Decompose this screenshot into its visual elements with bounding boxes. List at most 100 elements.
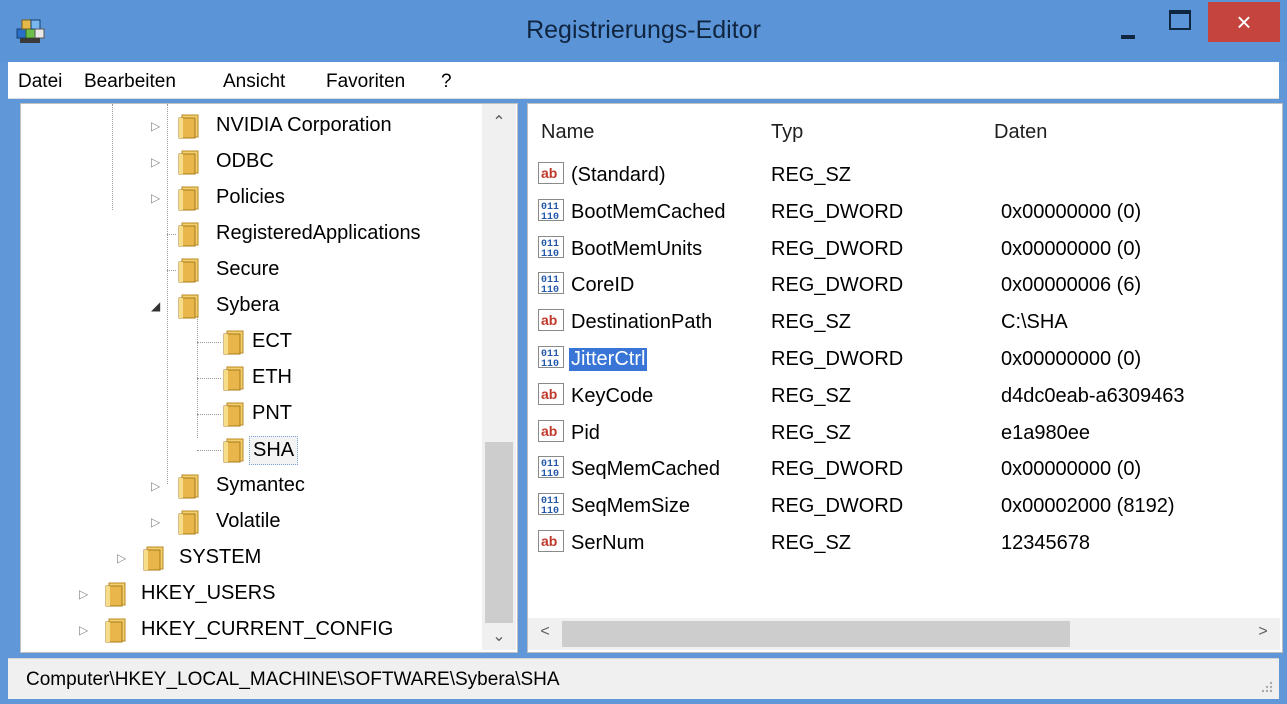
folder-icon <box>178 222 199 247</box>
menu-favoriten[interactable]: Favoriten <box>326 71 405 93</box>
expand-icon[interactable]: ▷ <box>151 156 161 168</box>
value-row[interactable]: ab KeyCode REG_SZ d4dc0eab-a6309463 <box>528 377 1280 413</box>
value-row[interactable]: 011 110 SeqMemSize REG_DWORD 0x00002000 (819… <box>528 487 1280 523</box>
column-header-name[interactable]: Name <box>541 121 594 144</box>
expand-icon[interactable]: ▷ <box>151 120 161 132</box>
value-row[interactable]: ab DestinationPath REG_SZ C:\SHA <box>528 303 1280 339</box>
value-row[interactable]: ab Pid REG_SZ e1a980ee <box>528 414 1280 450</box>
expand-icon[interactable]: ▷ <box>151 192 161 204</box>
registry-tree-pane[interactable]: ▷ NVIDIA Corporation ▷ ODBC ▷ Policies Registe… <box>20 103 518 653</box>
string-value-icon: ab <box>538 309 564 332</box>
tree-node-secure[interactable]: Secure <box>213 256 282 283</box>
scroll-right-icon[interactable]: > <box>1246 623 1280 641</box>
svg-text:110: 110 <box>541 506 559 515</box>
tree-node-symantec[interactable]: Symantec <box>213 472 308 499</box>
value-row[interactable]: 011 110 JitterCtrl REG_DWORD 0x00000000 (0) <box>528 340 1280 376</box>
maximize-button[interactable] <box>1154 8 1204 46</box>
svg-text:110: 110 <box>541 285 559 294</box>
binary-value-icon: 011110 <box>538 272 564 295</box>
value-row[interactable]: 011 110 SeqMemCached REG_DWORD 0x00000000 (0… <box>528 450 1280 486</box>
tree-node-eth[interactable]: ETH <box>249 364 295 391</box>
tree-node-registeredapplications[interactable]: RegisteredApplications <box>213 220 424 247</box>
close-button[interactable]: × <box>1208 2 1280 42</box>
folder-icon <box>223 438 244 463</box>
svg-text:ab: ab <box>541 423 557 439</box>
scroll-up-icon[interactable]: ⌃ <box>482 112 516 132</box>
value-type: REG_DWORD <box>771 348 904 370</box>
value-name: (Standard) <box>571 164 666 186</box>
binary-value-icon: 011110 <box>538 235 564 258</box>
folder-icon <box>178 186 199 211</box>
folder-icon <box>105 582 126 607</box>
tree-node-nvidia-corporation[interactable]: NVIDIA Corporation <box>213 112 395 139</box>
value-type: REG_DWORD <box>771 274 904 297</box>
column-header-data[interactable]: Daten <box>994 121 1047 144</box>
value-name: BootMemCached <box>571 200 726 223</box>
menu-bearbeiten[interactable]: Bearbeiten <box>84 71 176 93</box>
binary-value-icon: 011110 <box>538 346 564 368</box>
value-row[interactable]: ab SerNum REG_SZ 12345678 <box>528 524 1280 560</box>
resize-grip-icon[interactable] <box>1259 679 1273 693</box>
tree-node-odbc[interactable]: ODBC <box>213 148 277 175</box>
svg-text:ab: ab <box>541 312 557 328</box>
folder-icon <box>143 546 164 571</box>
value-type: REG_SZ <box>771 311 852 334</box>
scroll-down-icon[interactable]: ⌄ <box>482 626 516 646</box>
string-value-icon: ab <box>538 162 564 184</box>
value-data: 0x00000000 (0) <box>1001 200 1142 223</box>
expand-icon[interactable]: ▷ <box>79 588 89 600</box>
tree-node-ect[interactable]: ECT <box>249 328 295 355</box>
scroll-left-icon[interactable]: < <box>528 623 562 641</box>
menu-datei[interactable]: Datei <box>18 71 62 93</box>
tree-node-policies[interactable]: Policies <box>213 184 288 211</box>
value-name: BootMemUnits <box>571 237 703 260</box>
horizontal-scrollbar[interactable]: < > <box>528 618 1280 650</box>
collapse-icon[interactable]: ◢ <box>151 300 161 312</box>
svg-text:110: 110 <box>541 249 559 258</box>
horizontal-scroll-thumb[interactable] <box>562 621 1070 647</box>
key-path: Computer\HKEY_LOCAL_MACHINE\SOFTWARE\Syb… <box>26 669 560 690</box>
svg-text:ab: ab <box>541 165 557 181</box>
vertical-scroll-thumb[interactable] <box>485 442 513 623</box>
svg-text:ab: ab <box>541 533 557 549</box>
menu-ansicht[interactable]: Ansicht <box>223 71 285 93</box>
tree-node-sha[interactable]: SHA <box>249 436 299 465</box>
tree-node-hkey-current-config[interactable]: HKEY_CURRENT_CONFIG <box>138 616 396 643</box>
value-data: 0x00000006 (6) <box>1001 274 1142 297</box>
values-list-pane[interactable]: Name Typ Daten < > ab (Standard) REG_SZ 011… <box>527 103 1283 653</box>
expand-icon[interactable]: ▷ <box>151 480 161 492</box>
value-row[interactable]: ab (Standard) REG_SZ <box>528 156 1280 192</box>
folder-icon <box>223 366 244 391</box>
value-type: REG_SZ <box>771 164 852 186</box>
value-row[interactable]: 011 110 BootMemCached REG_DWORD 0x00000000 (… <box>528 193 1280 229</box>
value-data: 0x00002000 (8192) <box>1001 495 1175 518</box>
tree-node-sybera[interactable]: Sybera <box>213 292 282 319</box>
value-type: REG_DWORD <box>771 200 904 223</box>
minimize-button[interactable] <box>1107 8 1149 46</box>
value-data: C:\SHA <box>1001 311 1068 334</box>
tree-node-hkey-users[interactable]: HKEY_USERS <box>138 580 279 607</box>
value-type: REG_DWORD <box>771 458 904 481</box>
tree-node-system[interactable]: SYSTEM <box>176 544 264 571</box>
title-bar[interactable]: Registrierungs-Editor × <box>0 0 1287 62</box>
tree-node-volatile[interactable]: Volatile <box>213 508 284 535</box>
svg-text:ab: ab <box>541 386 557 402</box>
menu-help[interactable]: ? <box>441 71 452 93</box>
folder-icon <box>178 294 199 319</box>
tree-node-pnt[interactable]: PNT <box>249 400 295 427</box>
column-header-type[interactable]: Typ <box>771 121 803 144</box>
expand-icon[interactable]: ▷ <box>79 624 89 636</box>
vertical-scrollbar[interactable]: ⌃ ⌄ <box>482 104 516 650</box>
value-row[interactable]: 011 110 CoreID REG_DWORD 0x00000006 (6) <box>528 266 1280 302</box>
value-type: REG_DWORD <box>771 237 904 260</box>
expand-icon[interactable]: ▷ <box>117 552 127 564</box>
status-bar: Computer\HKEY_LOCAL_MACHINE\SOFTWARE\Syb… <box>8 658 1279 699</box>
expand-icon[interactable]: ▷ <box>151 516 161 528</box>
window-title: Registrierungs-Editor <box>526 16 761 44</box>
value-type: REG_SZ <box>771 421 852 444</box>
string-value-icon: ab <box>538 382 564 405</box>
value-name: JitterCtrl <box>569 348 648 371</box>
folder-icon <box>223 402 244 427</box>
value-row[interactable]: 011 110 BootMemUnits REG_DWORD 0x00000000 (0… <box>528 230 1280 266</box>
value-data: 12345678 <box>1001 532 1090 554</box>
